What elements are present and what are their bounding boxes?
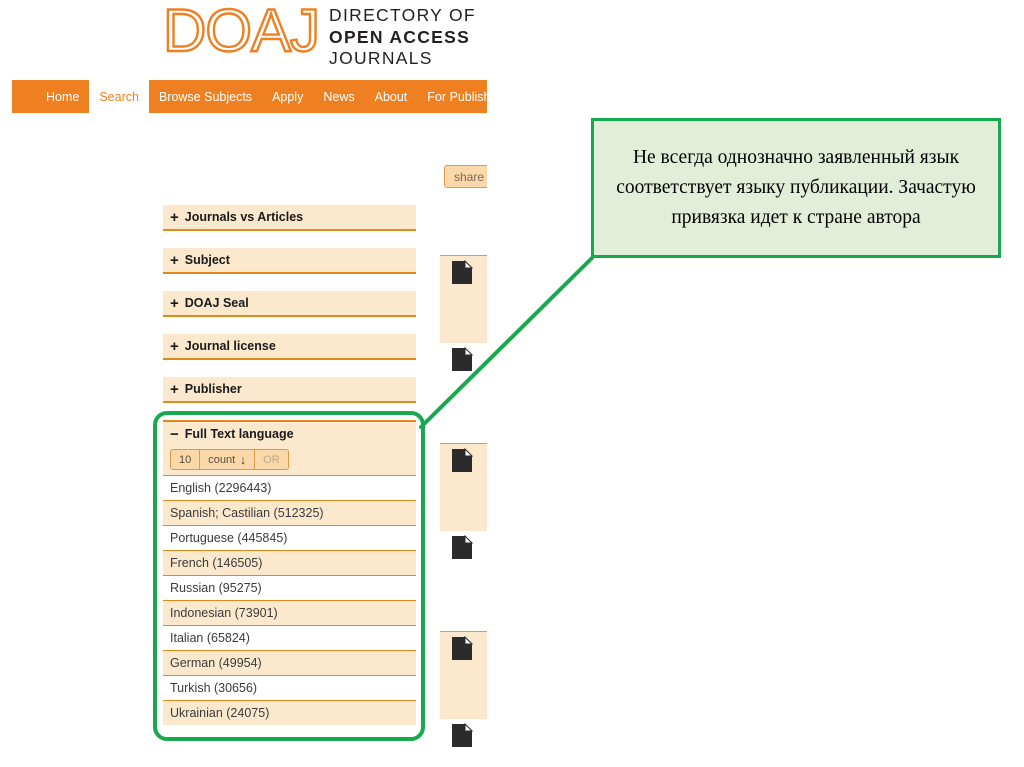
language-facet-item[interactable]: Italian (65824) <box>163 625 416 650</box>
language-facet-item[interactable]: French (146505) <box>163 550 416 575</box>
nav-item-news[interactable]: News <box>313 80 364 113</box>
nav-item-search[interactable]: Search <box>89 80 149 113</box>
facet-language-list: English (2296443) Spanish; Castilian (512… <box>163 475 416 725</box>
plus-icon: + <box>170 251 179 269</box>
facet-sort-label: count <box>208 453 236 466</box>
facet-full-text-language-header[interactable]: − Full Text language <box>163 420 416 446</box>
facet-label: DOAJ Seal <box>184 296 249 310</box>
nav-item-for-publishers[interactable]: For Publishers <box>417 80 487 113</box>
main-navigation: Home Search Browse Subjects Apply News About F… <box>12 80 487 113</box>
facet-sort-button[interactable]: count ↓ <box>200 449 256 470</box>
language-facet-item[interactable]: Turkish (30656) <box>163 675 416 700</box>
facet-panel: + Journals vs Articles + Subject + DOAJ Seal +… <box>163 205 416 420</box>
document-icon <box>451 636 473 661</box>
nav-item-about[interactable]: About <box>365 80 418 113</box>
facet-journals-vs-articles[interactable]: + Journals vs Articles <box>163 205 416 231</box>
language-facet-item[interactable]: Ukrainian (24075) <box>163 700 416 725</box>
facet-full-text-language: − Full Text language 10 count ↓ OR Engli… <box>163 420 416 725</box>
document-icon <box>451 448 473 473</box>
language-facet-item[interactable]: Portuguese (445845) <box>163 525 416 550</box>
facet-full-text-language-label: Full Text language <box>184 427 294 441</box>
plus-icon: + <box>170 294 179 312</box>
facet-subject[interactable]: + Subject <box>163 248 416 274</box>
facet-label: Journal license <box>184 339 276 353</box>
document-icon <box>451 347 473 372</box>
facet-label: Publisher <box>184 382 242 396</box>
doaj-logo[interactable]: DOAJ DIRECTORY OF OPEN ACCESS JOURNALS <box>162 0 476 70</box>
facet-label: Subject <box>184 253 230 267</box>
annotation-callout: Не всегда однозначно заявленный язык соо… <box>591 118 1001 258</box>
nav-item-home[interactable]: Home <box>36 80 89 113</box>
document-icon <box>451 260 473 285</box>
sort-descending-icon: ↓ <box>240 452 247 467</box>
language-facet-item[interactable]: Indonesian (73901) <box>163 600 416 625</box>
facet-size-button[interactable]: 10 <box>170 449 201 470</box>
tagline-line-3: JOURNALS <box>329 48 433 68</box>
doaj-wordmark: DOAJ <box>162 0 321 64</box>
language-facet-item[interactable]: Russian (95275) <box>163 575 416 600</box>
minus-icon: − <box>170 425 179 443</box>
share-button[interactable]: share <box>444 165 487 188</box>
document-icon <box>451 723 473 748</box>
language-facet-item[interactable]: German (49954) <box>163 650 416 675</box>
annotation-callout-text: Не всегда однозначно заявленный язык соо… <box>616 147 976 228</box>
nav-item-browse-subjects[interactable]: Browse Subjects <box>149 80 262 113</box>
plus-icon: + <box>170 208 179 226</box>
tagline-line-1: DIRECTORY OF <box>329 5 476 25</box>
facet-controls: 10 count ↓ OR <box>163 446 416 475</box>
language-facet-item[interactable]: Spanish; Castilian (512325) <box>163 500 416 525</box>
facet-publisher[interactable]: + Publisher <box>163 377 416 403</box>
doaj-tagline: DIRECTORY OF OPEN ACCESS JOURNALS <box>329 5 476 70</box>
nav-item-apply[interactable]: Apply <box>262 80 313 113</box>
plus-icon: + <box>170 337 179 355</box>
facet-journal-license[interactable]: + Journal license <box>163 334 416 360</box>
document-icon <box>451 535 473 560</box>
language-facet-item[interactable]: English (2296443) <box>163 475 416 500</box>
facet-operator-button[interactable]: OR <box>255 449 289 470</box>
facet-doaj-seal[interactable]: + DOAJ Seal <box>163 291 416 317</box>
facet-label: Journals vs Articles <box>184 210 304 224</box>
plus-icon: + <box>170 380 179 398</box>
tagline-line-2: OPEN ACCESS <box>329 26 471 47</box>
browser-screenshot-region: DOAJ DIRECTORY OF OPEN ACCESS JOURNALS H… <box>0 0 487 767</box>
